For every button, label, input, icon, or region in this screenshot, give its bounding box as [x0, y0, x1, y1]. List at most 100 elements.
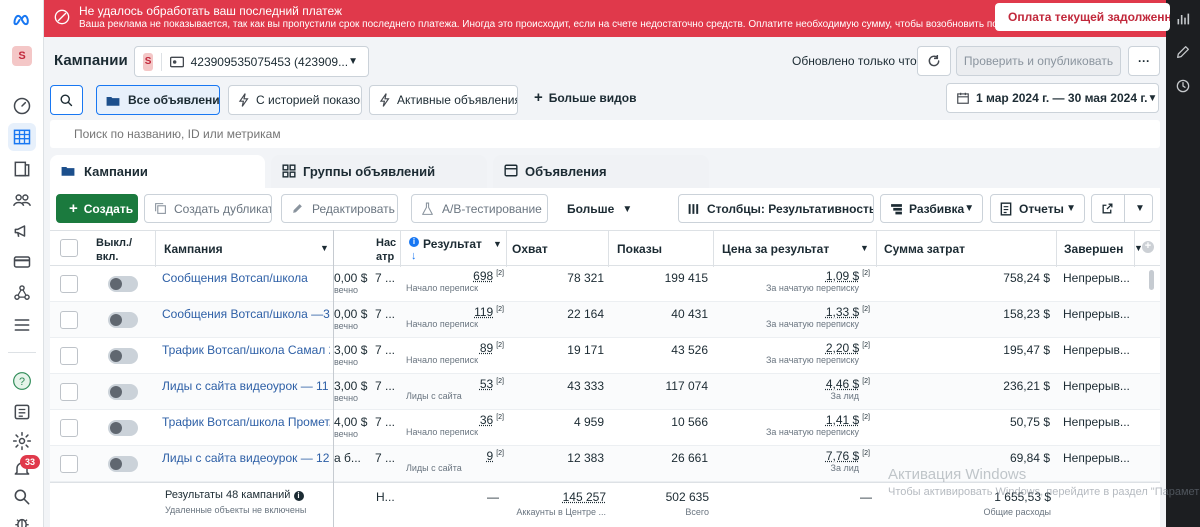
tab-ads[interactable]: Объявления	[493, 155, 709, 188]
col-end[interactable]: Завершен ▼	[1064, 231, 1149, 267]
table-row[interactable]: Сообщения Вотсап/школа —3 0,00 $ вечно 7 ..…	[50, 302, 1160, 338]
row-checkbox[interactable]	[60, 347, 78, 365]
columns-selector[interactable]: Столбцы: Результативность ▼	[678, 194, 874, 223]
date-range-picker[interactable]: 1 мар 2024 г. — 30 мая 2024 г. ▼	[946, 83, 1159, 113]
campaign-toggle[interactable]	[108, 276, 138, 292]
result-line: 119 [2]	[400, 305, 504, 319]
filter-with-history[interactable]: С историей показов	[228, 85, 362, 115]
tab-campaigns[interactable]: Кампании	[50, 155, 265, 188]
menu-icon[interactable]	[8, 311, 36, 339]
pages-icon[interactable]	[8, 155, 36, 183]
impressions-cell: 117 074	[612, 374, 708, 410]
cost-line: 1,33 $ [2]	[715, 305, 870, 319]
news-icon[interactable]	[8, 398, 36, 426]
result-sub: Лиды с сайта	[400, 391, 504, 401]
row-checkbox[interactable]	[60, 383, 78, 401]
campaign-toggle[interactable]	[108, 312, 138, 328]
budget-value: 3,00 $	[334, 343, 379, 357]
row-checkbox[interactable]	[60, 275, 78, 293]
billing-card-icon[interactable]	[8, 248, 36, 276]
account-avatar[interactable]: S	[8, 42, 36, 70]
review-publish-button[interactable]: Проверить и опубликовать	[956, 46, 1121, 76]
export-split-button[interactable]: ▼	[1091, 194, 1153, 223]
table-row[interactable]: Трафик Вотсап/школа Самал 2 3,00 $ вечно 7 …	[50, 338, 1160, 374]
campaign-name-link[interactable]: Лиды с сайта видеоурок — 11 ...	[162, 374, 330, 410]
table-row[interactable]: Лиды с сайта видеоурок — 11 ... 3,00 $ веч…	[50, 374, 1160, 410]
result-line: 53 [2]	[400, 377, 504, 391]
reports-selector[interactable]: Отчеты ▼	[990, 194, 1085, 223]
banner-title: Не удалось обработать ваш последний плат…	[79, 4, 342, 18]
campaign-toggle[interactable]	[108, 384, 138, 400]
events-manager-icon[interactable]	[8, 279, 36, 307]
tab-adsets[interactable]: Группы объявлений	[271, 155, 487, 188]
col-toggle[interactable]: Выкл./ вкл.	[96, 231, 151, 267]
campaign-name-link[interactable]: Сообщения Вотсап/школа	[162, 266, 330, 302]
ad-window-icon	[504, 164, 518, 177]
select-all-checkbox[interactable]	[60, 239, 78, 257]
tab-adsets-label: Группы объявлений	[303, 164, 435, 179]
add-column-icon[interactable]: +	[1142, 241, 1154, 253]
result-cell: 53 [2] Лиды с сайта	[400, 374, 504, 410]
campaign-toggle[interactable]	[108, 456, 138, 472]
col-result[interactable]: i Результат ▼ ↓	[407, 231, 505, 267]
campaign-toggle[interactable]	[108, 420, 138, 436]
campaign-toggle[interactable]	[108, 348, 138, 364]
more-actions-button[interactable]: Больше ▼	[567, 202, 632, 216]
col-settings[interactable]: Нас атр	[376, 231, 398, 267]
col-impressions[interactable]: Показы	[617, 231, 712, 267]
end-cell: Непрерыв...	[1063, 266, 1135, 302]
spend-cell: 236,21 $	[882, 374, 1050, 410]
setting-cell: 7 ...	[375, 446, 399, 482]
col-reach[interactable]: Охват	[512, 231, 607, 267]
table-row[interactable]: Сообщения Вотсап/школа 0,00 $ вечно 7 ... 69…	[50, 266, 1160, 302]
col-cost[interactable]: Цена за результат ▼	[722, 231, 872, 267]
help-icon[interactable]: ?	[8, 367, 36, 395]
filter-active-ads[interactable]: Активные объявления	[369, 85, 518, 115]
row-checkbox[interactable]	[60, 455, 78, 473]
audiences-icon[interactable]	[8, 186, 36, 214]
campaign-name-link[interactable]: Трафик Вотсап/школа Промет...	[162, 410, 330, 446]
summary-spend-sub: Общие расходы	[884, 507, 1051, 517]
search-icon[interactable]	[8, 483, 36, 511]
filter-all-ads[interactable]: Все объявления	[96, 85, 220, 115]
pencil-icon[interactable]	[1173, 42, 1193, 62]
col-spend[interactable]: Сумма затрат	[884, 231, 1049, 267]
col-campaign[interactable]: Кампания ▼	[164, 231, 329, 267]
search-input[interactable]	[50, 120, 1160, 148]
account-selector[interactable]: S 423909535075453 (423909... ▼	[134, 46, 369, 77]
pay-balance-button[interactable]: Оплата текущей задолженности	[995, 3, 1170, 31]
campaign-name-link[interactable]: Трафик Вотсап/школа Самал 2	[162, 338, 330, 374]
more-options-button[interactable]: ···	[1128, 46, 1160, 76]
breakdown-selector[interactable]: Разбивка ▼	[880, 194, 983, 223]
bar-chart-icon[interactable]	[1173, 9, 1193, 29]
search-button[interactable]	[50, 85, 83, 115]
meta-logo-icon[interactable]	[8, 6, 36, 34]
campaign-name-link[interactable]: Лиды с сайта видеоурок — 12 ...	[162, 446, 330, 482]
bug-report-icon[interactable]	[8, 509, 36, 527]
duplicate-button[interactable]: Создать дубликат	[144, 194, 272, 223]
megaphone-icon[interactable]	[8, 217, 36, 245]
cost-value: 7,76 $	[826, 449, 859, 463]
row-checkbox[interactable]	[60, 311, 78, 329]
campaign-name-link[interactable]: Сообщения Вотсап/школа —3	[162, 302, 330, 338]
vertical-scrollbar-thumb[interactable]	[1149, 270, 1154, 290]
dashboard-gauge-icon[interactable]	[8, 92, 36, 120]
cost-sub: За начатую переписку	[715, 427, 870, 437]
filter-with-history-label: С историей показов	[256, 93, 362, 107]
edit-button[interactable]: Редактировать	[281, 194, 398, 223]
setting-cell: 7 ...	[375, 410, 399, 446]
refresh-button[interactable]	[917, 46, 951, 76]
pencil-icon	[291, 202, 304, 215]
more-views-button[interactable]: + Больше видов	[534, 91, 637, 105]
cost-sub: За лид	[715, 463, 870, 473]
chevron-down-icon: ▼	[964, 203, 974, 214]
ab-test-button[interactable]: A/B-тестирование	[411, 194, 548, 223]
table-row[interactable]: Трафик Вотсап/школа Промет... 4,00 $ вечно…	[50, 410, 1160, 446]
row-checkbox[interactable]	[60, 419, 78, 437]
create-button[interactable]: + Создать	[56, 194, 138, 223]
impressions-cell: 43 526	[612, 338, 708, 374]
settings-gear-icon[interactable]	[8, 427, 36, 455]
campaigns-table-icon[interactable]	[8, 123, 36, 151]
history-clock-icon[interactable]	[1173, 76, 1193, 96]
cost-cell: 2,20 $ [2] За начатую переписку	[715, 338, 870, 374]
